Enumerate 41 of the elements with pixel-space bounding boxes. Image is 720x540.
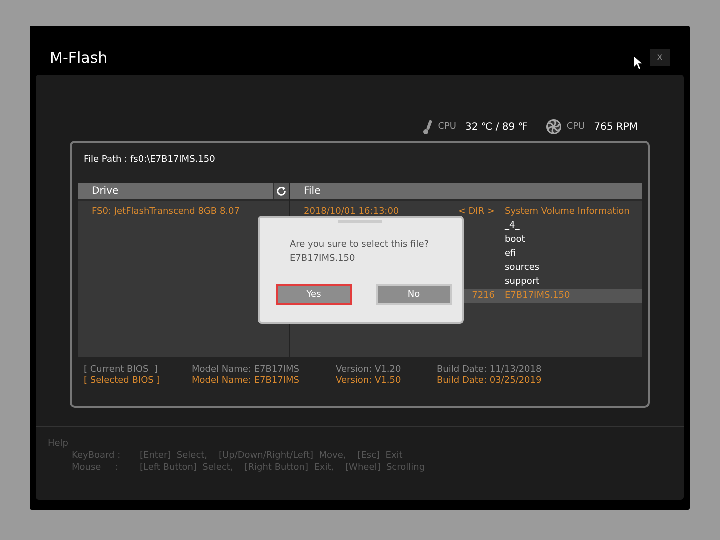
- drive-item[interactable]: FS0: JetFlashTranscend 8GB 8.07: [78, 201, 289, 223]
- bios-label: [ Selected BIOS ]: [84, 376, 162, 386]
- bios-label: [ Current BIOS ]: [84, 365, 159, 375]
- help-title: Help: [48, 439, 70, 449]
- dialog-button[interactable]: No: [376, 284, 452, 305]
- sensor-value: 765 RPM: [594, 122, 638, 132]
- file-row[interactable]: 2018/10/01 16:13:00 < DIR > System Volume Information: [290, 205, 642, 219]
- model-name: Model Name: E7B17IMS: [192, 376, 300, 386]
- help-text: [Left Button] Select, [Right Button] Exit, [Wheel] Scrolling: [140, 463, 426, 473]
- sensor-label: CPU: [438, 122, 457, 132]
- dialog-button[interactable]: Yes: [276, 284, 352, 305]
- file-path: File Path : fs0:\E7B17IMS.150: [83, 155, 216, 167]
- file-size: < DIR >: [458, 207, 495, 217]
- mouse-pointer-icon: [633, 55, 644, 71]
- refresh-icon: [276, 186, 287, 196]
- fan-icon: [546, 119, 562, 135]
- file-name: support: [505, 277, 540, 287]
- thermometer-icon: [423, 119, 434, 135]
- file-date: 2018/10/01 16:13:00: [304, 207, 400, 217]
- column-title: Drive: [92, 186, 120, 196]
- build-date: Build Date: 11/13/2018: [437, 365, 543, 375]
- file-name: E7B17IMS.150: [505, 291, 570, 301]
- column-title: File: [304, 186, 322, 196]
- help-label: KeyBoard :: [72, 451, 122, 461]
- file-name: _4_: [505, 221, 520, 231]
- bios-version: Version: V1.20: [336, 365, 402, 375]
- model-name: Model Name: E7B17IMS: [192, 365, 300, 375]
- build-date: Build Date: 03/25/2019: [437, 376, 543, 386]
- sensor-label: CPU: [566, 122, 586, 132]
- dialog-file-name: E7B17IMS.150: [290, 253, 356, 266]
- file-size: 7216: [472, 291, 495, 301]
- dialog-message: Are you sure to select this file?: [290, 239, 430, 252]
- bios-version: Version: V1.50: [336, 376, 402, 386]
- help-label: Mouse :: [72, 463, 120, 473]
- sensor-value: 32 ℃ / 89 ℉: [466, 122, 528, 132]
- help-text: [Enter] Select, [Up/Down/Right/Left] Move, [Esc] Exit: [140, 451, 403, 461]
- refresh-button[interactable]: [273, 183, 289, 199]
- file-name: sources: [505, 263, 540, 273]
- window-title: M-Flash: [50, 48, 108, 66]
- file-name: System Volume Information: [505, 207, 630, 217]
- close-button[interactable]: x: [650, 49, 670, 66]
